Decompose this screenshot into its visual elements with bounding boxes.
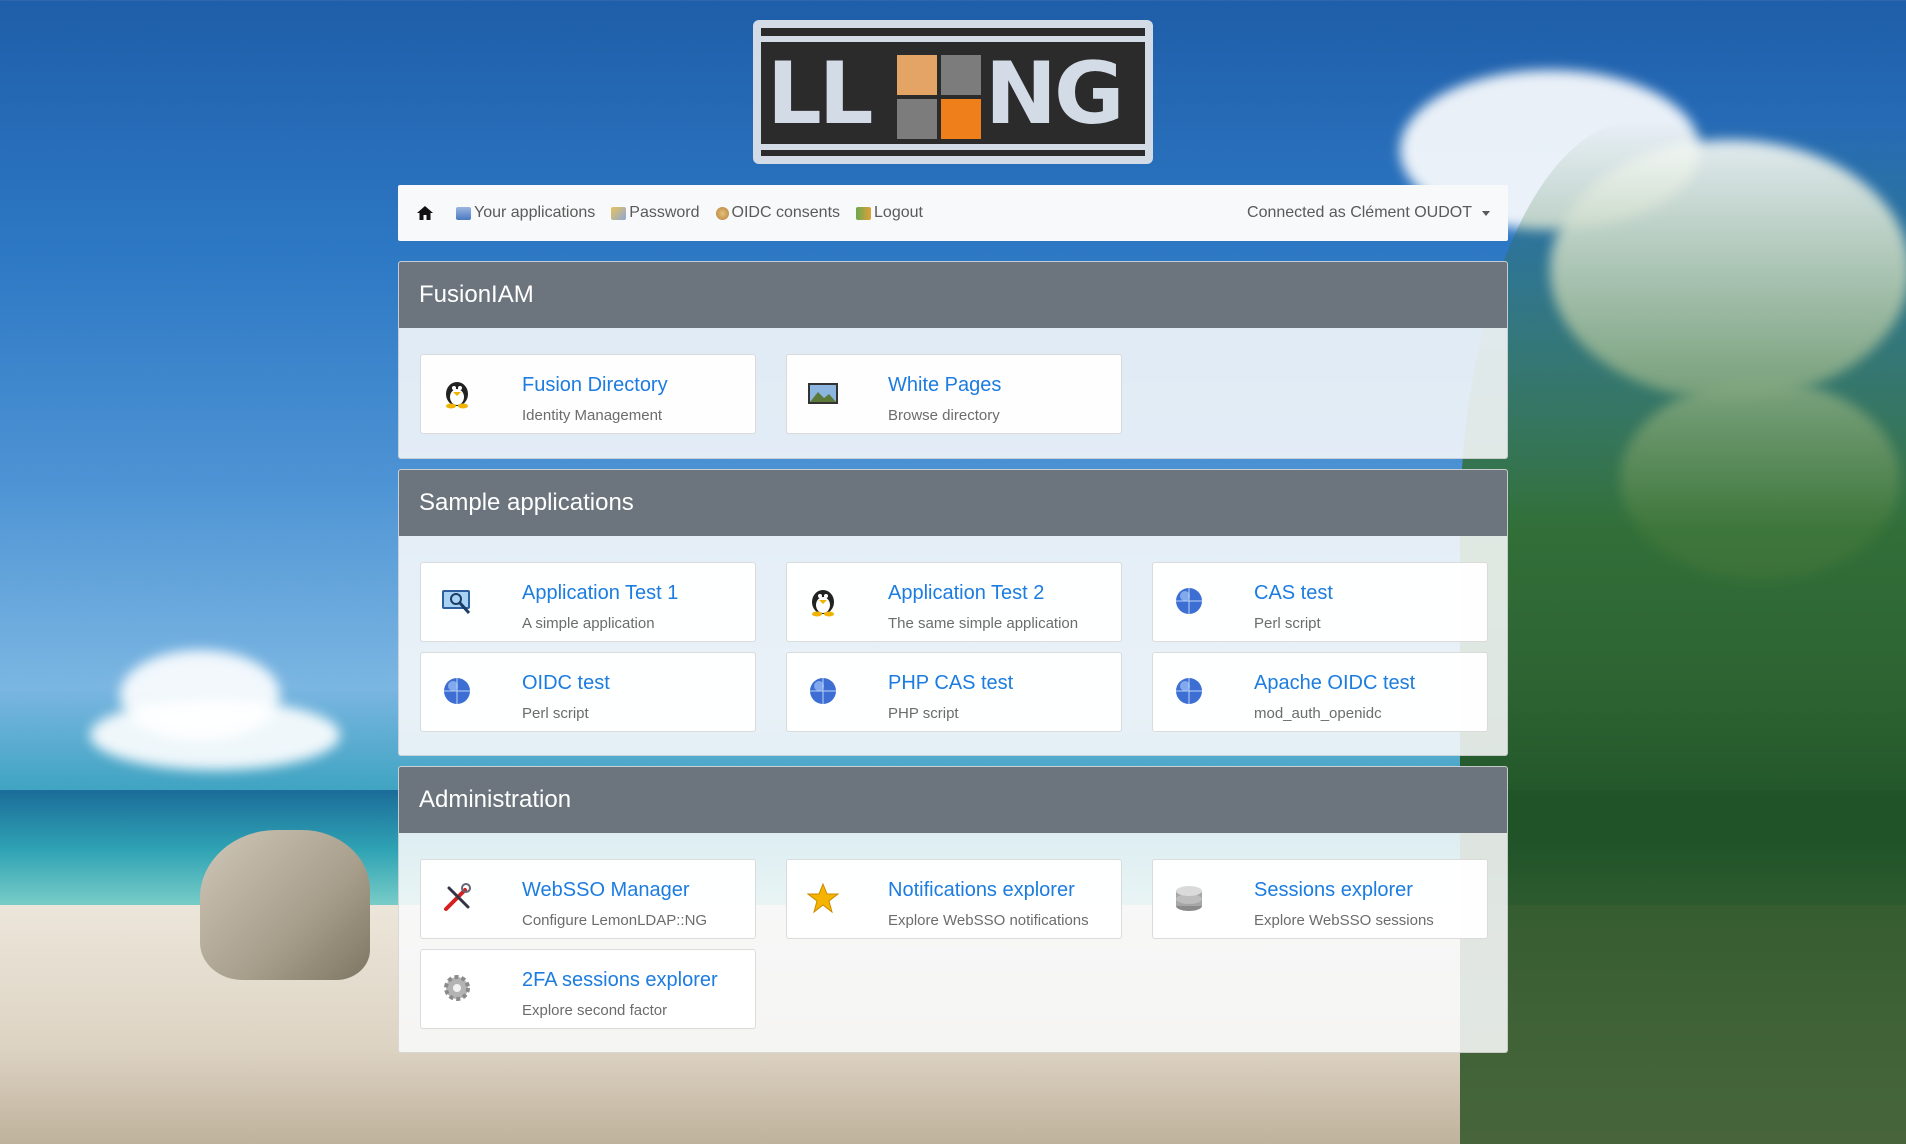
app-name: Fusion Directory — [522, 374, 668, 396]
app-tile[interactable]: White Pages Browse directory — [786, 354, 1122, 434]
app-description: Perl script — [522, 705, 589, 722]
app-name: Notifications explorer — [888, 879, 1075, 901]
category-sample-applications: Sample applications Application Test 1 A… — [398, 469, 1508, 756]
app-description: Explore second factor — [522, 1002, 668, 1019]
database-icon — [1176, 886, 1202, 911]
category-title: Administration — [399, 767, 1507, 833]
penguin-icon — [812, 590, 834, 617]
user-menu-dropdown[interactable]: Connected as Clément OUDOT — [1247, 204, 1490, 222]
category-title: FusionIAM — [399, 262, 1507, 328]
globe-icon — [810, 678, 836, 704]
picture-icon — [808, 383, 838, 404]
nav-oidc-consents[interactable]: OIDC consents — [715, 204, 841, 222]
app-description: PHP script — [888, 705, 959, 722]
password-icon — [611, 206, 627, 220]
globe-icon — [1176, 588, 1202, 614]
app-description: Identity Management — [522, 407, 663, 424]
app-tile[interactable]: Fusion Directory Identity Management — [420, 354, 756, 434]
nav-logout[interactable]: Logout — [856, 204, 923, 222]
category-administration: Administration WebSSO Manager Configure … — [398, 766, 1508, 1053]
app-description: A simple application — [522, 615, 655, 632]
app-name: Sessions explorer — [1254, 879, 1413, 901]
app-description: mod_auth_openidc — [1254, 705, 1382, 722]
app-tile[interactable]: Application Test 2 The same simple appli… — [786, 562, 1122, 642]
top-navbar: Your applications Password OIDC consents… — [398, 185, 1508, 241]
app-name: Apache OIDC test — [1254, 672, 1416, 694]
tools-icon — [444, 883, 471, 911]
app-description: Perl script — [1254, 615, 1321, 632]
category-title: Sample applications — [399, 470, 1507, 536]
app-name: Application Test 1 — [522, 582, 679, 604]
app-tile[interactable]: 2FA sessions explorer Explore second fac… — [420, 949, 756, 1029]
app-tile[interactable]: Notifications explorer Explore WebSSO no… — [786, 859, 1122, 939]
nav-label: OIDC consents — [731, 204, 841, 221]
lemonldap-logo: LL NG — [753, 20, 1153, 164]
app-tile[interactable]: Apache OIDC test mod_auth_openidc — [1152, 652, 1488, 732]
app-name: White Pages — [888, 374, 1002, 396]
app-tile[interactable]: PHP CAS test PHP script — [786, 652, 1122, 732]
app-tile[interactable]: OIDC test Perl script — [420, 652, 756, 732]
nav-label: Password — [629, 204, 700, 221]
nav-label: Logout — [874, 204, 923, 221]
globe-icon — [444, 678, 470, 704]
user-menu-label: Connected as Clément OUDOT — [1247, 204, 1472, 221]
app-name: OIDC test — [522, 672, 610, 694]
penguin-icon — [446, 382, 468, 409]
nav-password[interactable]: Password — [611, 204, 700, 222]
caret-down-icon — [1482, 210, 1490, 216]
app-name: CAS test — [1254, 582, 1333, 604]
app-name: 2FA sessions explorer — [522, 969, 718, 991]
app-tile[interactable]: WebSSO Manager Configure LemonLDAP::NG — [420, 859, 756, 939]
nav-label: Your applications — [474, 204, 596, 221]
oidc-consents-icon — [715, 206, 729, 220]
logout-icon — [856, 206, 872, 220]
applications-icon — [456, 206, 471, 220]
star-icon — [807, 882, 839, 914]
globe-icon — [1176, 678, 1202, 704]
category-fusioniam: FusionIAM Fusion Directory Identity Mana… — [398, 261, 1508, 459]
app-name: Application Test 2 — [888, 582, 1045, 604]
app-tile[interactable]: Sessions explorer Explore WebSSO session… — [1152, 859, 1488, 939]
monitor-search-icon — [442, 590, 471, 615]
nav-your-applications[interactable]: Your applications — [456, 204, 595, 222]
app-description: The same simple application — [888, 615, 1079, 632]
app-description: Explore WebSSO notifications — [888, 912, 1089, 929]
app-name: PHP CAS test — [888, 672, 1014, 694]
app-description: Browse directory — [888, 407, 1000, 424]
app-name: WebSSO Manager — [522, 879, 690, 901]
app-description: Explore WebSSO sessions — [1254, 912, 1434, 929]
app-tile[interactable]: CAS test Perl script — [1152, 562, 1488, 642]
app-tile[interactable]: Application Test 1 A simple application — [420, 562, 756, 642]
home-icon[interactable] — [416, 204, 434, 222]
gear-icon — [444, 975, 470, 1001]
app-description: Configure LemonLDAP::NG — [522, 912, 708, 929]
